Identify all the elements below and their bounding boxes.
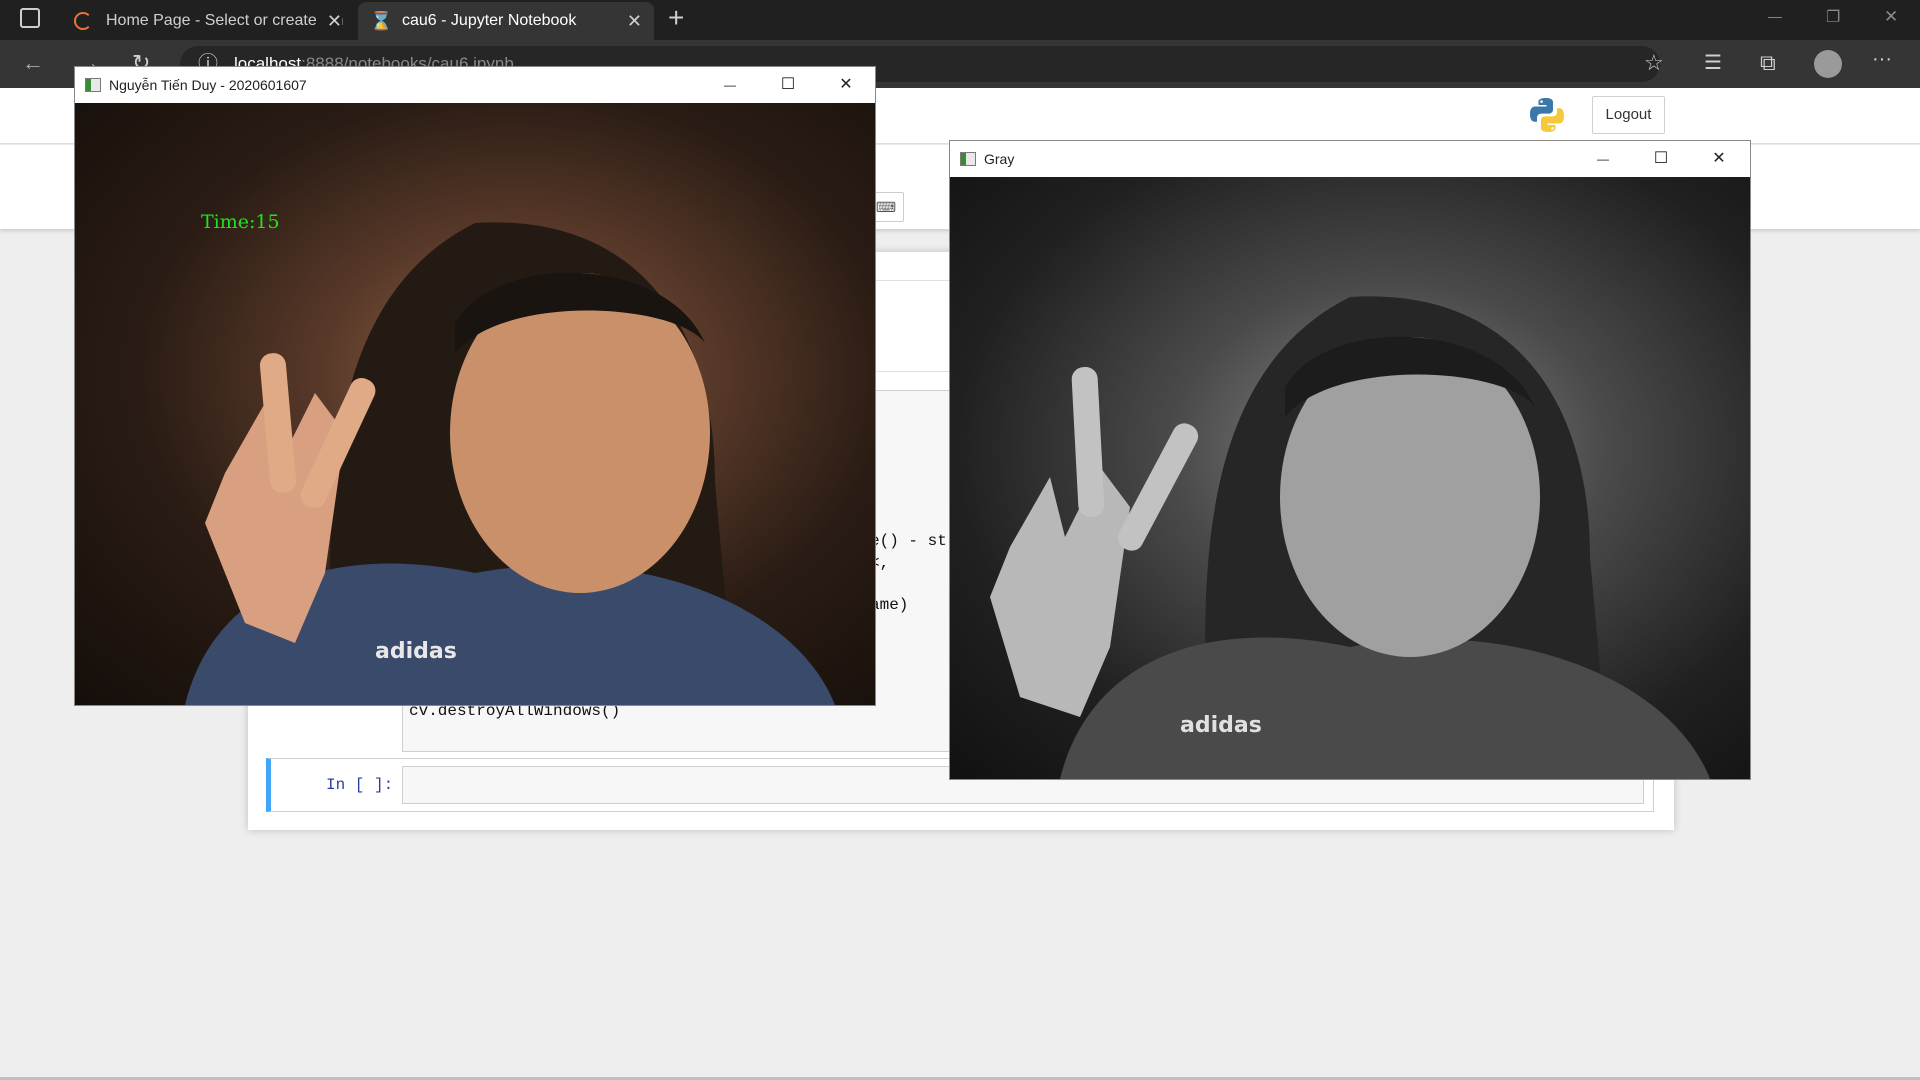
restore-window-button[interactable]: ❐ [1826,7,1840,27]
cv-window-title: Nguyễn Tiến Duy - 2020601607 [109,77,307,93]
favorites-icon[interactable]: ☰ [1704,50,1722,75]
cv-window-titlebar[interactable]: Nguyễn Tiến Duy - 2020601607 — ☐ ✕ [75,67,875,103]
svg-text:adidas: adidas [375,639,457,664]
minimize-button[interactable]: — [1574,141,1632,177]
loading-spinner-icon [74,12,92,30]
tab-actions-icon[interactable] [20,8,40,28]
collections-icon[interactable]: ⧉ [1760,50,1776,76]
webcam-color-frame: adidas Time:15 [75,103,875,705]
elapsed-time-overlay: Time:15 [201,211,280,233]
code-fragment: e() - st [870,532,947,550]
tab-jupyter-notebook[interactable]: ⌛ cau6 - Jupyter Notebook ✕ [358,2,654,40]
add-favorite-icon[interactable]: ☆ [1644,50,1664,76]
close-window-button[interactable]: ✕ [1884,7,1898,27]
tab-title: Home Page - Select or create a n [106,12,344,29]
python-logo [1528,96,1566,134]
maximize-button[interactable]: ☐ [759,67,817,103]
new-tab-button[interactable]: + [668,2,684,34]
tab-home-page[interactable]: Home Page - Select or create a n ✕ [62,2,354,40]
opencv-window-icon [960,152,976,166]
cv-window-title: Gray [984,151,1015,167]
profile-avatar[interactable] [1814,50,1842,78]
maximize-button[interactable]: ☐ [1632,141,1690,177]
cv-window-gray[interactable]: Gray — ☐ ✕ adidas [949,140,1751,780]
more-menu-icon[interactable]: ··· [1872,48,1892,71]
svg-text:adidas: adidas [1180,713,1262,738]
close-button[interactable]: ✕ [1690,141,1748,177]
browser-tab-bar: Home Page - Select or create a n ✕ ⌛ cau… [0,0,1920,40]
cv-window-color[interactable]: Nguyễn Tiến Duy - 2020601607 — ☐ ✕ adida… [74,66,876,706]
tab-title: cau6 - Jupyter Notebook [402,12,577,29]
tab-close-icon[interactable]: ✕ [320,2,342,40]
minimize-window-button[interactable]: — [1768,8,1782,24]
cv-window-titlebar[interactable]: Gray — ☐ ✕ [950,141,1750,177]
opencv-window-icon [85,78,101,92]
logout-button[interactable]: Logout [1592,96,1665,134]
back-button[interactable]: ← [22,50,44,76]
input-prompt: In [ ]: [326,776,394,794]
close-button[interactable]: ✕ [817,67,875,103]
hourglass-icon: ⌛ [370,11,393,31]
minimize-button[interactable]: — [701,67,759,103]
webcam-gray-frame: adidas [950,177,1750,779]
tab-close-icon[interactable]: ✕ [627,2,642,40]
